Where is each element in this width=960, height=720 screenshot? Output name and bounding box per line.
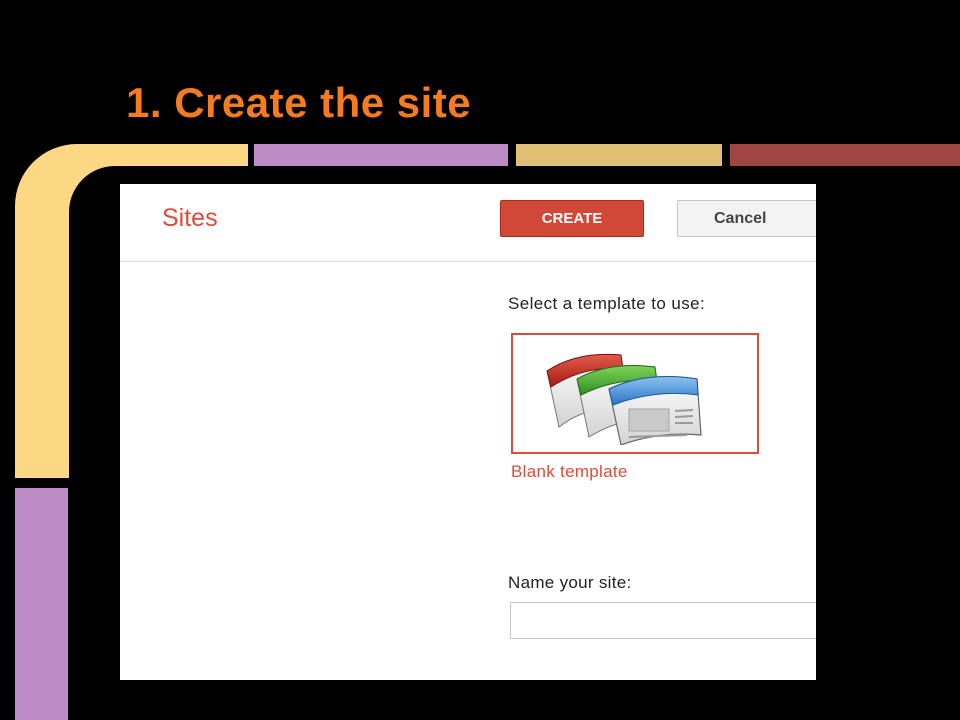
- site-name-label: Name your site:: [508, 573, 632, 592]
- slide-title: 1. Create the site: [126, 79, 472, 126]
- decorative-side-bar: [15, 488, 68, 720]
- cancel-button[interactable]: Cancel: [677, 200, 816, 237]
- create-button[interactable]: CREATE: [500, 200, 644, 237]
- decorative-bar-red: [730, 144, 960, 166]
- app-header: Sites CREATE Cancel: [120, 184, 816, 262]
- sites-create-screenshot: Sites CREATE Cancel Select a template to…: [120, 184, 816, 680]
- template-name[interactable]: Blank template: [511, 462, 628, 482]
- template-prompt: Select a template to use:: [508, 294, 706, 313]
- app-name: Sites: [162, 204, 218, 232]
- decorative-bar-gold: [516, 144, 722, 166]
- decorative-bar-purple: [254, 144, 508, 166]
- site-name-input[interactable]: [510, 602, 816, 639]
- site-pages-icon: [546, 353, 702, 445]
- blank-template-card[interactable]: [511, 333, 759, 454]
